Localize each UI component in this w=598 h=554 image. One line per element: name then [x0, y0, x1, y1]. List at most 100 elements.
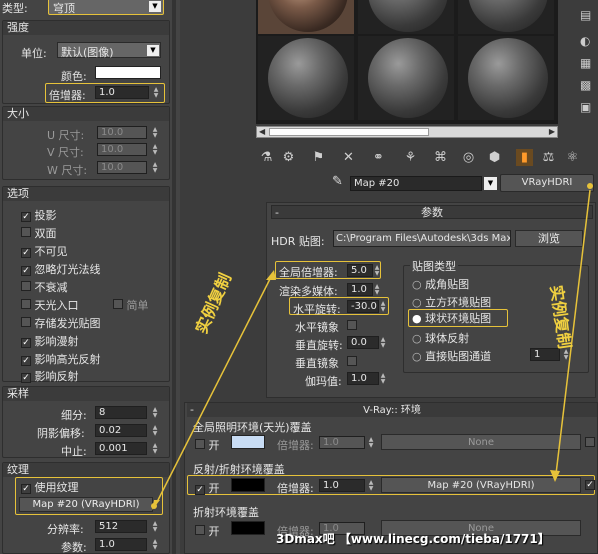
- refl-mult-input[interactable]: 1.0: [319, 479, 365, 492]
- shadow-bias-input[interactable]: 0.02: [95, 424, 147, 437]
- sample-slot[interactable]: [458, 36, 554, 120]
- radio-icon[interactable]: ○: [412, 332, 422, 345]
- resolution-spinner[interactable]: ▲ ▼: [151, 520, 159, 533]
- sample-slot[interactable]: [458, 0, 554, 34]
- vrot-input[interactable]: 0.0: [347, 336, 379, 349]
- channel-spinner[interactable]: ▲ ▼: [562, 348, 570, 361]
- overall-mult-input[interactable]: 5.0: [347, 264, 373, 277]
- gi-color-swatch[interactable]: [231, 435, 265, 449]
- texture-map-button[interactable]: Map #20 (VRayHDRI): [19, 497, 153, 512]
- eyedropper-icon[interactable]: ✎: [332, 174, 343, 189]
- maptype-spherical[interactable]: ● 球状环境贴图: [408, 309, 508, 327]
- select-by-material-icon[interactable]: ⚛: [564, 149, 581, 166]
- multiplier-spinner[interactable]: ▲ ▼: [152, 86, 160, 99]
- v-size-input[interactable]: 10.0: [97, 143, 147, 156]
- video-color-icon[interactable]: ▣: [580, 100, 591, 114]
- radio-icon[interactable]: ○: [412, 296, 422, 309]
- option-item[interactable]: ✓ 不可见: [21, 243, 68, 259]
- maptype-cubic[interactable]: ○ 立方环境贴图: [412, 294, 491, 310]
- checkbox[interactable]: [21, 281, 31, 291]
- maptype-angular[interactable]: ○ 成角贴图: [412, 276, 469, 292]
- option-item[interactable]: 双面: [21, 225, 57, 241]
- checkbox[interactable]: ✓: [195, 485, 205, 495]
- left-scrollbar[interactable]: [172, 0, 176, 554]
- scroll-left-icon[interactable]: ◀: [259, 127, 265, 136]
- go-to-parent-icon[interactable]: ▮: [516, 149, 533, 166]
- put-to-scene-icon[interactable]: ⚙: [280, 149, 297, 166]
- refl-on-option[interactable]: ✓ 开: [195, 480, 220, 496]
- checkbox[interactable]: ✓: [21, 248, 31, 258]
- use-texture-option[interactable]: ✓ 使用纹理: [21, 479, 79, 495]
- show-end-result-icon[interactable]: ⬢: [486, 149, 503, 166]
- cutoff-spinner[interactable]: ▲ ▼: [151, 442, 159, 455]
- resolution-input[interactable]: 512: [95, 520, 147, 533]
- checkbox[interactable]: [195, 525, 205, 535]
- maptype-mirror-ball[interactable]: ○ 球体反射: [412, 330, 469, 346]
- cutoff-input[interactable]: 0.001: [95, 442, 147, 455]
- channel-input[interactable]: 1: [530, 348, 560, 361]
- u-size-spinner[interactable]: ▲ ▼: [151, 126, 159, 139]
- checkbox[interactable]: ✓: [21, 373, 31, 383]
- u-size-input[interactable]: 10.0: [97, 126, 147, 139]
- browse-button[interactable]: 浏览: [515, 230, 583, 247]
- w-size-input[interactable]: 10.0: [97, 161, 147, 174]
- vrot-spinner[interactable]: ▲ ▼: [379, 336, 387, 349]
- go-forward-icon[interactable]: ⚖: [540, 149, 557, 166]
- overall-mult-spinner[interactable]: ▲ ▼: [373, 264, 381, 277]
- hdr-path-field[interactable]: C:\Program Files\Autodesk\3ds Max 2: [333, 230, 511, 247]
- checkbox[interactable]: [21, 227, 31, 237]
- param-spinner[interactable]: ▲ ▼: [151, 538, 159, 551]
- option-item[interactable]: ✓ 影响漫射: [21, 333, 79, 349]
- option-item[interactable]: ✓ 忽略灯光法线: [21, 261, 101, 277]
- chevron-down-icon[interactable]: ▼: [484, 177, 497, 190]
- get-material-icon[interactable]: ⚗: [258, 149, 275, 166]
- unit-dropdown[interactable]: 默认(图像) ▼: [57, 42, 161, 59]
- refl-map-checkbox[interactable]: ✓: [585, 480, 595, 490]
- sample-slot-active[interactable]: [258, 0, 354, 34]
- sample-slot[interactable]: [358, 36, 454, 120]
- assign-material-icon[interactable]: ⚑: [310, 149, 327, 166]
- multiplier-input[interactable]: 1.0: [95, 86, 149, 99]
- gi-mult-input[interactable]: 1.0: [319, 436, 365, 449]
- gi-mult-spinner[interactable]: ▲ ▼: [367, 436, 375, 449]
- hrot-spinner[interactable]: ▲ ▼: [379, 300, 387, 313]
- hrot-input[interactable]: -30.0: [347, 300, 379, 313]
- checkbox[interactable]: [21, 299, 31, 309]
- param-input[interactable]: 1.0: [95, 538, 147, 551]
- refr-color-swatch[interactable]: [231, 521, 265, 535]
- simple-option[interactable]: 简单: [113, 297, 149, 313]
- vray-env-header[interactable]: - V-Ray:: 环境: [187, 403, 597, 417]
- hflip-checkbox[interactable]: [347, 320, 357, 330]
- sample-slot[interactable]: [258, 36, 354, 120]
- params-header[interactable]: - 参数: [271, 205, 593, 219]
- show-map-icon[interactable]: ◎: [460, 149, 477, 166]
- v-size-spinner[interactable]: ▲ ▼: [151, 143, 159, 156]
- checkbox[interactable]: [21, 317, 31, 327]
- radio-icon[interactable]: ○: [412, 350, 422, 363]
- refl-color-swatch[interactable]: [231, 478, 265, 492]
- reset-map-icon[interactable]: ✕: [340, 149, 357, 166]
- sample-type-icon[interactable]: ▤: [580, 8, 591, 22]
- render-mult-spinner[interactable]: ▲ ▼: [373, 283, 381, 296]
- checkbox[interactable]: ✓: [21, 266, 31, 276]
- option-item[interactable]: ✓ 影响高光反射: [21, 351, 101, 367]
- map-name-field[interactable]: Map #20: [350, 176, 482, 191]
- option-item[interactable]: ✓ 影响反射: [21, 368, 79, 384]
- gamma-input[interactable]: 1.0: [347, 372, 379, 385]
- refl-mult-spinner[interactable]: ▲ ▼: [367, 479, 375, 492]
- color-swatch[interactable]: [95, 66, 161, 79]
- background-icon[interactable]: ▦: [580, 56, 591, 70]
- scroll-right-icon[interactable]: ▶: [549, 127, 555, 136]
- subdivs-input[interactable]: 8: [95, 406, 147, 419]
- checkbox[interactable]: ✓: [21, 338, 31, 348]
- gi-map-checkbox[interactable]: [585, 437, 595, 447]
- render-mult-input[interactable]: 1.0: [347, 283, 373, 296]
- checkbox[interactable]: ✓: [21, 484, 31, 494]
- slots-scrollbar[interactable]: ◀ ▶: [256, 126, 558, 138]
- uv-tiling-icon[interactable]: ▩: [580, 78, 591, 92]
- refr-on-option[interactable]: 开: [195, 523, 220, 539]
- option-item[interactable]: 天光入口: [21, 297, 79, 313]
- checkbox[interactable]: [113, 299, 123, 309]
- material-effects-icon[interactable]: ⌘: [432, 149, 449, 166]
- w-size-spinner[interactable]: ▲ ▼: [151, 161, 159, 174]
